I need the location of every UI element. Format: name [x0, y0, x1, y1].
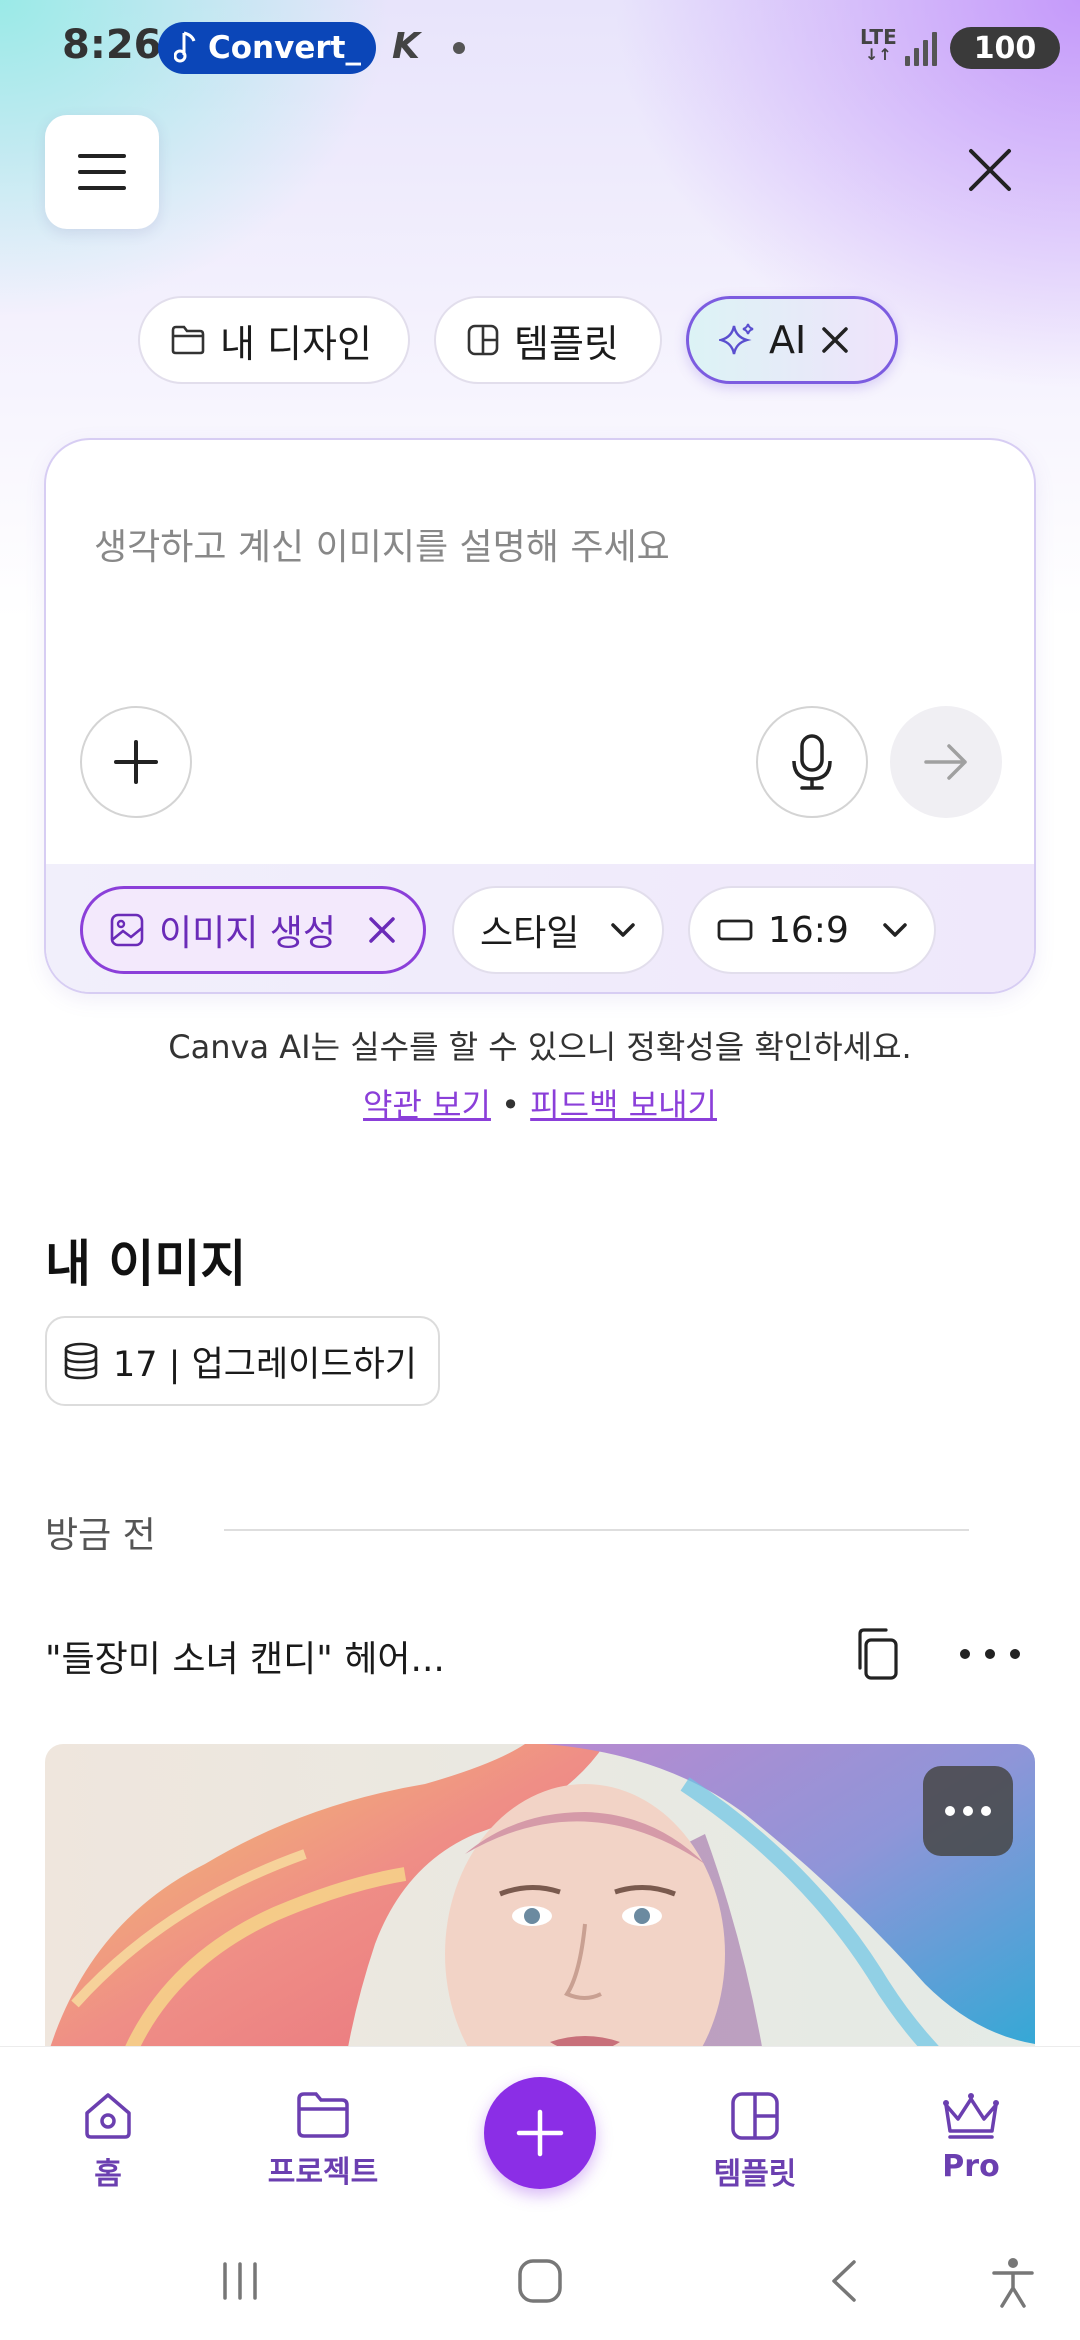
- crown-icon: [943, 2093, 999, 2139]
- tab-ai[interactable]: AI: [686, 296, 898, 384]
- more-options-icon[interactable]: [960, 1634, 1020, 1674]
- terms-link[interactable]: 약관 보기: [363, 1086, 491, 1124]
- tab-label: 내 디자인: [220, 321, 372, 366]
- link-separator: •: [501, 1086, 520, 1124]
- recent-apps-icon[interactable]: [215, 2256, 265, 2306]
- style-dropdown[interactable]: 스타일: [452, 886, 664, 974]
- nav-templates[interactable]: 템플릿: [670, 2089, 840, 2193]
- signal-icon: [905, 26, 941, 66]
- remove-ai-filter-icon[interactable]: [820, 325, 850, 355]
- tab-label: 템플릿: [514, 321, 619, 366]
- generated-image-preview[interactable]: [45, 1744, 1035, 2064]
- bottom-navigation: 홈 프로젝트 템플릿 Pro: [0, 2046, 1080, 2226]
- remove-image-generate-icon[interactable]: [367, 915, 397, 945]
- plus-icon: [516, 2109, 564, 2157]
- chevron-down-icon: [883, 923, 907, 937]
- style-label: 스타일: [480, 913, 580, 954]
- aspect-ratio-dropdown[interactable]: 16:9: [688, 886, 936, 974]
- image-generate-label: 이미지 생성: [159, 913, 337, 954]
- prompt-card: 생각하고 계신 이미지를 설명해 주세요 이미지 생성 스타일 16:9: [44, 438, 1036, 994]
- arrow-right-icon: [924, 744, 967, 780]
- create-design-button[interactable]: [484, 2077, 596, 2189]
- tab-templates[interactable]: 템플릿: [434, 296, 662, 384]
- image-item-title[interactable]: "들장미 소녀 캔디" 헤어...: [45, 1630, 445, 1682]
- database-icon: [64, 1342, 98, 1380]
- image-icon: [110, 913, 144, 947]
- voice-input-button[interactable]: [756, 706, 868, 818]
- chevron-down-icon: [611, 923, 635, 937]
- image-more-options-button[interactable]: [923, 1766, 1013, 1856]
- template-icon: [731, 2092, 779, 2140]
- credits-label: 17 | 업그레이드하기: [113, 1344, 417, 1385]
- media-notification-label: Convert_: [208, 30, 361, 66]
- send-button[interactable]: [890, 706, 1002, 818]
- sparkle-icon: [719, 323, 754, 355]
- menu-button[interactable]: [45, 115, 159, 229]
- notification-k-icon: K: [392, 26, 420, 67]
- home-icon: [85, 2093, 131, 2139]
- nav-label: 템플릿: [713, 2157, 797, 2192]
- credits-upgrade-button[interactable]: 17 | 업그레이드하기: [45, 1316, 440, 1406]
- system-navigation-bar: [0, 2226, 1080, 2340]
- back-icon[interactable]: [820, 2256, 870, 2306]
- accessibility-icon[interactable]: [988, 2256, 1038, 2310]
- divider: [224, 1529, 969, 1531]
- generated-image-art: [45, 1744, 1035, 2064]
- nav-label: 프로젝트: [267, 2155, 379, 2190]
- aspect-ratio-label: 16:9: [768, 909, 849, 951]
- music-note-icon: [174, 31, 196, 63]
- nav-label: 홈: [94, 2157, 122, 2192]
- folder-icon: [297, 2092, 349, 2138]
- plus-icon: [114, 740, 158, 784]
- prompt-input[interactable]: 생각하고 계신 이미지를 설명해 주세요: [94, 518, 670, 570]
- home-button-icon[interactable]: [515, 2256, 565, 2306]
- close-icon: [969, 149, 1011, 191]
- media-notification-pill[interactable]: Convert_: [158, 22, 376, 74]
- image-generate-chip[interactable]: 이미지 생성: [80, 886, 426, 974]
- nav-label: Pro: [942, 2149, 1000, 2184]
- copy-icon[interactable]: [848, 1624, 908, 1684]
- nav-pro[interactable]: Pro: [886, 2089, 1056, 2184]
- section-title: 내 이미지: [45, 1235, 247, 1293]
- hamburger-icon: [78, 154, 126, 190]
- time-group-label: 방금 전: [45, 1515, 156, 1556]
- legal-links: 약관 보기 • 피드백 보내기: [0, 1080, 1080, 1126]
- folder-icon: [171, 325, 205, 355]
- nav-projects[interactable]: 프로젝트: [238, 2089, 408, 2191]
- network-type: LTE ↓↑: [860, 25, 897, 64]
- notification-dot-icon: [453, 42, 465, 54]
- microphone-icon: [792, 734, 832, 790]
- template-icon: [467, 324, 499, 356]
- aspect-ratio-icon: [717, 919, 753, 941]
- add-attachment-button[interactable]: [80, 706, 192, 818]
- battery-indicator: 100: [950, 27, 1060, 69]
- feedback-link[interactable]: 피드백 보내기: [530, 1086, 717, 1124]
- status-time: 8:26: [62, 22, 162, 68]
- tab-label: AI: [769, 318, 807, 362]
- tab-my-designs[interactable]: 내 디자인: [138, 296, 410, 384]
- nav-home[interactable]: 홈: [23, 2089, 193, 2193]
- ai-disclaimer: Canva AI는 실수를 할 수 있으니 정확성을 확인하세요.: [168, 1028, 912, 1066]
- close-button[interactable]: [960, 140, 1020, 200]
- prompt-options-bar: 이미지 생성 스타일 16:9: [46, 864, 1034, 992]
